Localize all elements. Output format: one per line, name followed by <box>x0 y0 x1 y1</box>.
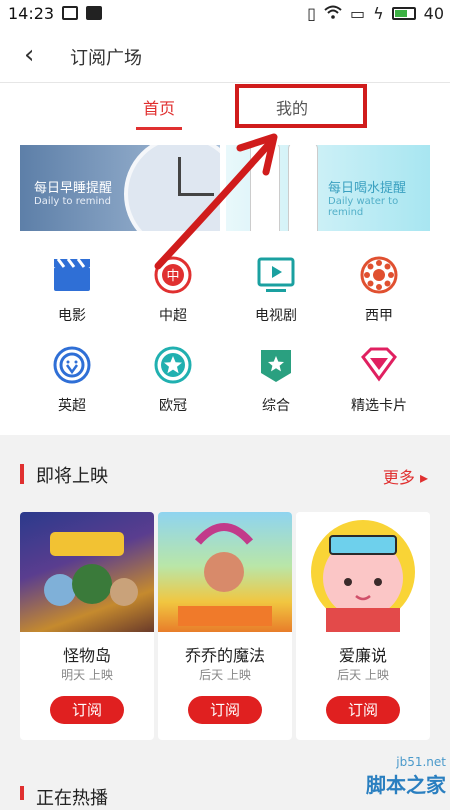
card-title: 爱廉说 <box>338 646 387 665</box>
banner-subtitle: Daily to remind <box>34 196 111 207</box>
diamond-icon <box>359 345 399 385</box>
tab-home[interactable]: 首页 <box>143 95 175 119</box>
film-icon <box>52 255 92 295</box>
category-label: 中超 <box>159 308 187 324</box>
subscribe-button[interactable]: 订阅 <box>326 696 400 724</box>
image-notification-icon <box>62 6 78 20</box>
watermark: jb51.net 脚本之家 <box>366 755 446 798</box>
back-arrow-icon[interactable]: ‹ <box>24 42 34 68</box>
main-content: 每日早睡提醒 Daily to remind 每日喝水提醒 Daily wate… <box>0 131 450 435</box>
upcoming-card[interactable]: 乔乔的魔法 后天 上映 订阅 <box>158 512 292 740</box>
category-label: 西甲 <box>365 308 393 324</box>
banner-sleep-reminder[interactable]: 每日早睡提醒 Daily to remind <box>20 145 220 231</box>
section-title: 即将上映 <box>36 466 108 487</box>
download-notification-icon <box>86 6 102 20</box>
status-time: 14:23 <box>8 4 55 23</box>
banner-water-reminder[interactable]: 每日喝水提醒 Daily water to remind <box>226 145 430 231</box>
lion-icon <box>52 345 92 385</box>
poster-image <box>296 512 430 632</box>
banner-title: 每日早睡提醒 <box>34 181 113 196</box>
watermark-url: jb51.net <box>396 755 446 769</box>
category-label: 英超 <box>58 398 86 414</box>
category-label: 电视剧 <box>255 308 297 324</box>
banner-title: 每日喝水提醒 <box>328 181 407 196</box>
annotation-highlight-box <box>235 84 367 128</box>
category-label: 综合 <box>262 398 290 414</box>
category-premier-league[interactable]: 英超 <box>27 345 117 415</box>
shield-star-icon <box>256 345 296 385</box>
bottle-icon <box>288 145 318 231</box>
screen-icon: ▭ <box>349 4 366 23</box>
card-title: 乔乔的魔法 <box>184 646 265 665</box>
star-icon <box>153 345 193 385</box>
watermark-text: 脚本之家 <box>366 773 446 797</box>
subscribe-button[interactable]: 订阅 <box>50 696 124 724</box>
section-title-now-playing: 正在热播 <box>36 788 108 809</box>
category-general[interactable]: 综合 <box>231 345 321 415</box>
card-release: 后天 上映 <box>199 668 251 682</box>
category-movie[interactable]: 电影 <box>27 255 117 325</box>
active-tab-indicator <box>136 127 182 130</box>
page-title: 订阅广场 <box>70 48 142 69</box>
charging-icon: ϟ <box>373 4 384 23</box>
laliga-icon <box>359 255 399 295</box>
status-bar: 14:23 ▯ ▭ ϟ 40 <box>0 0 450 28</box>
poster-image <box>20 512 154 632</box>
chevron-right-icon: ▸ <box>419 468 428 487</box>
status-right: ▯ ▭ ϟ 40 <box>307 4 444 23</box>
battery-level: 40 <box>423 4 444 23</box>
app-bar: ‹ 订阅广场 <box>0 28 450 83</box>
clock-icon <box>124 145 220 231</box>
card-release: 明天 上映 <box>61 668 113 682</box>
vibrate-icon: ▯ <box>307 4 316 23</box>
category-tv-series[interactable]: 电视剧 <box>231 255 321 325</box>
category-featured-cards[interactable]: 精选卡片 <box>334 345 424 415</box>
category-csl[interactable]: 中 中超 <box>128 255 218 325</box>
category-label: 精选卡片 <box>351 398 407 414</box>
category-label: 电影 <box>58 308 86 324</box>
category-label: 欧冠 <box>159 398 187 414</box>
section-upcoming-header: 即将上映 更多 ▸ <box>0 452 450 496</box>
subscribe-button[interactable]: 订阅 <box>188 696 262 724</box>
category-laliga[interactable]: 西甲 <box>334 255 424 325</box>
card-release: 后天 上映 <box>337 668 389 682</box>
banner-subtitle: Daily water to remind <box>328 196 399 218</box>
poster-image <box>158 512 292 632</box>
battery-icon <box>391 7 416 20</box>
wifi-icon <box>324 4 342 23</box>
upcoming-card[interactable]: 怪物岛 明天 上映 订阅 <box>20 512 154 740</box>
more-link[interactable]: 更多 ▸ <box>383 464 428 488</box>
section-accent-bar <box>20 786 24 800</box>
svg-text:中: 中 <box>166 269 179 284</box>
category-champions-league[interactable]: 欧冠 <box>128 345 218 415</box>
card-title: 怪物岛 <box>62 646 111 665</box>
csl-icon: 中 <box>153 255 193 295</box>
bottle-icon <box>250 145 280 231</box>
notification-icons <box>62 6 102 20</box>
upcoming-card[interactable]: 爱廉说 后天 上映 订阅 <box>296 512 430 740</box>
tab-bar: 首页 我的 <box>0 83 450 132</box>
tv-icon <box>256 255 296 295</box>
more-label: 更多 <box>382 468 415 487</box>
section-accent-bar <box>20 464 24 484</box>
